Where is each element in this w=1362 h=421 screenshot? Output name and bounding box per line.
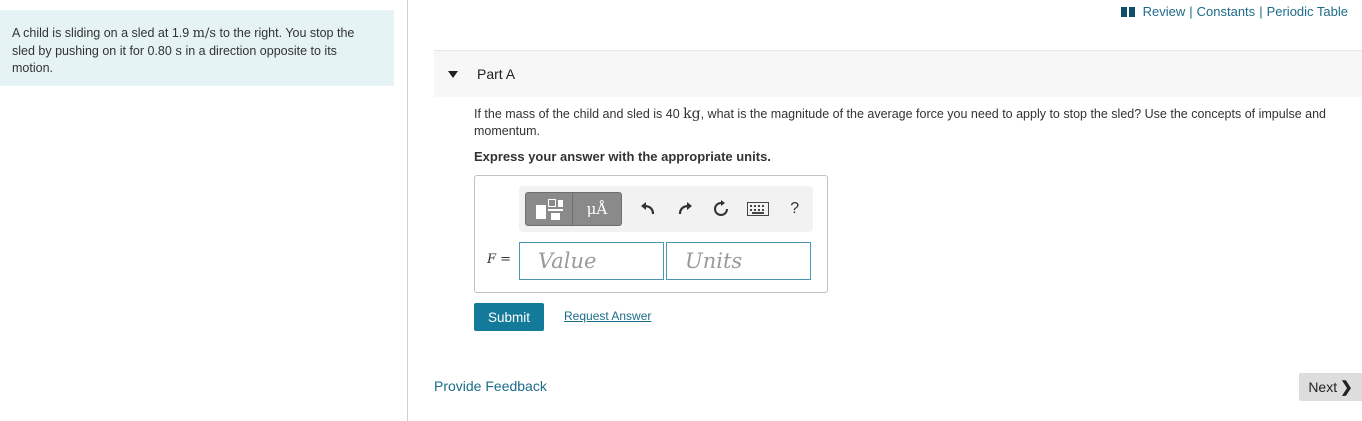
caret-down-icon[interactable] (448, 70, 458, 78)
redo-icon (678, 202, 692, 215)
link-separator: | (1259, 4, 1263, 19)
problem-text-1a: A child is sliding on a sled at 1.9 (12, 26, 193, 40)
problem-text-3: motion. (12, 61, 53, 75)
question-text-a: If the mass of the child and sled is 40 (474, 107, 684, 121)
problem-unit-time: s (175, 43, 182, 59)
reset-button[interactable] (703, 192, 740, 226)
review-link[interactable]: Review (1143, 4, 1186, 19)
problem-text-1b: to the right. You stop the (216, 26, 355, 40)
chevron-right-icon: ❯ (1340, 379, 1353, 396)
redo-button[interactable] (666, 192, 703, 226)
question-text-c: momentum. (474, 123, 540, 138)
provide-feedback-link[interactable]: Provide Feedback (434, 378, 547, 394)
templates-button[interactable] (525, 192, 574, 226)
undo-icon (640, 202, 655, 215)
book-icon (1120, 6, 1135, 17)
problem-statement: A child is sliding on a sled at 1.9 m/s … (0, 10, 394, 86)
part-a-header[interactable]: Part A (434, 50, 1362, 97)
templates-icon (534, 197, 564, 221)
next-label: Next (1308, 379, 1338, 395)
answer-variable-label: F = (487, 252, 511, 267)
periodic-table-link[interactable]: Periodic Table (1267, 4, 1348, 19)
problem-text-2b: in a direction opposite to its (181, 43, 337, 58)
units-input[interactable]: Units (666, 242, 811, 280)
submit-button[interactable]: Submit (474, 303, 544, 331)
constants-link[interactable]: Constants (1197, 4, 1256, 19)
variable-name: F (487, 252, 497, 267)
link-separator: | (1189, 4, 1193, 19)
math-toolbar: μÅ ? (519, 186, 813, 232)
resource-links: Review | Constants | Periodic Table (1120, 4, 1348, 19)
keyboard-button[interactable] (740, 192, 777, 226)
answer-box: μÅ ? F = Value Units (474, 175, 828, 293)
units-button[interactable]: μÅ (573, 192, 622, 226)
keyboard-icon (746, 202, 769, 216)
value-input[interactable]: Value (519, 242, 664, 280)
answer-instruction: Express your answer with the appropriate… (474, 149, 771, 164)
undo-button[interactable] (630, 192, 667, 226)
problem-text-2a: sled by pushing on it for 0.80 (12, 43, 176, 58)
question-text-b: , what is the magnitude of the average f… (700, 107, 1326, 121)
reset-icon (714, 200, 729, 216)
question-text: If the mass of the child and sled is 40 … (474, 106, 1362, 139)
panel-divider (407, 0, 408, 421)
help-button[interactable]: ? (776, 192, 813, 226)
request-answer-link[interactable]: Request Answer (564, 309, 651, 323)
problem-unit-velocity: m/s (192, 26, 217, 41)
question-unit-mass: kg (683, 106, 701, 122)
next-button[interactable]: Next ❯ (1299, 373, 1362, 401)
part-title: Part A (477, 66, 516, 82)
answer-input-row: F = Value Units (475, 242, 827, 280)
equals-sign: = (500, 252, 512, 267)
